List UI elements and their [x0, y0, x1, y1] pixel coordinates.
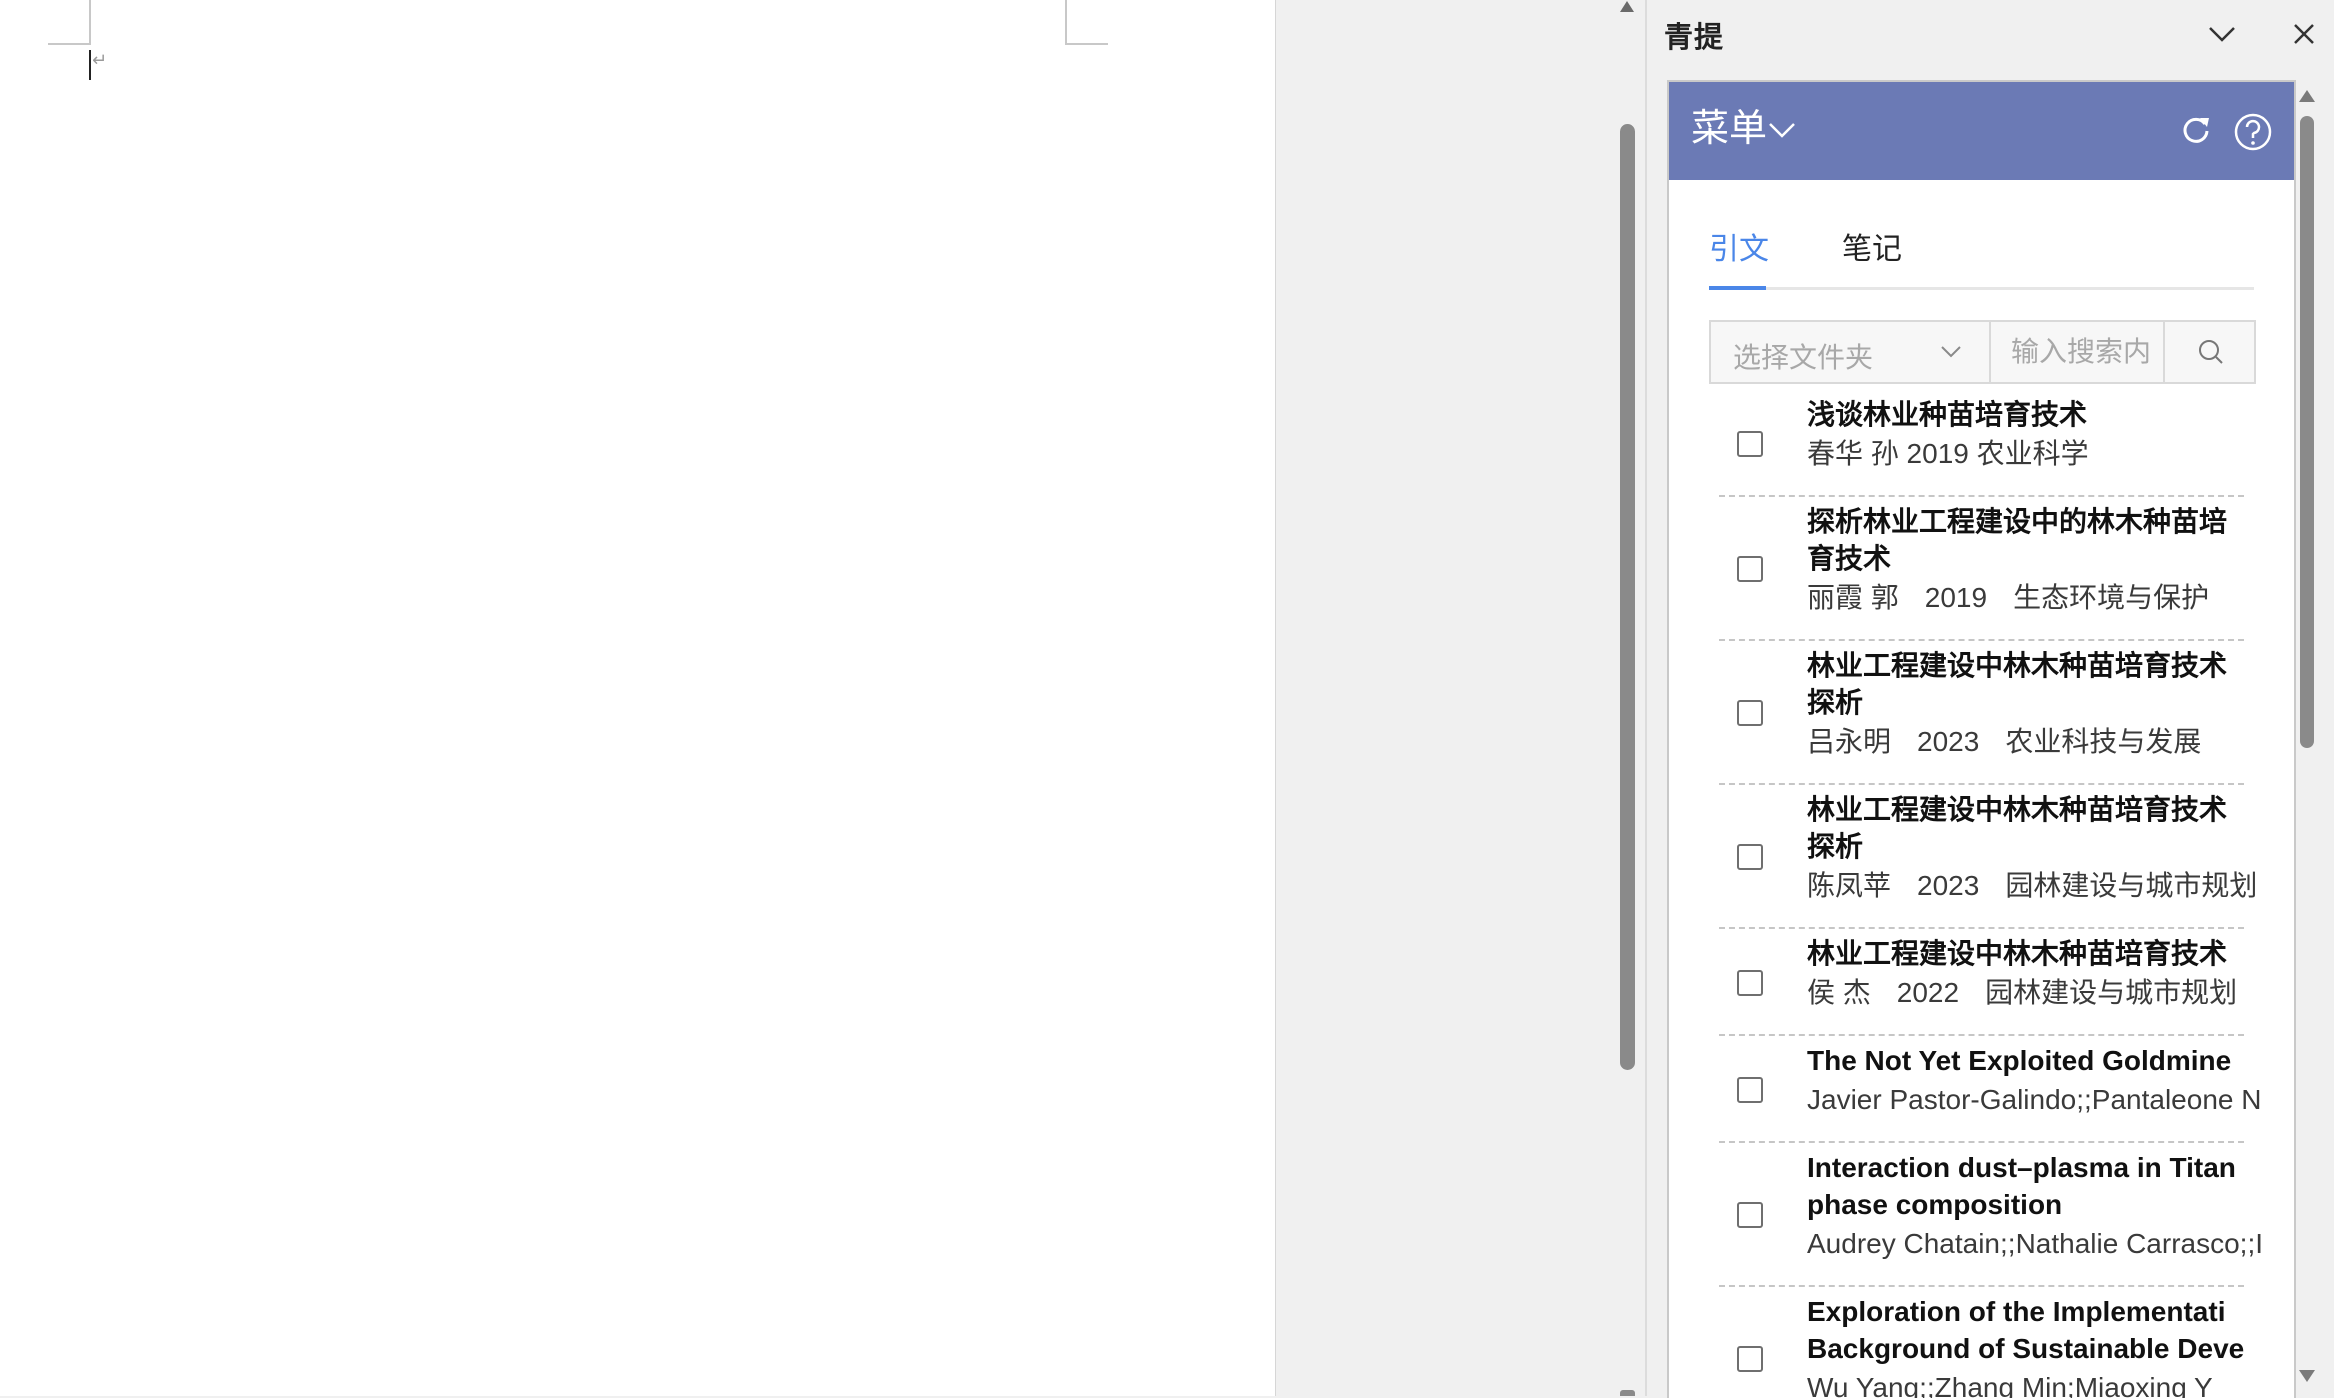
pane-divider[interactable]	[1645, 0, 1647, 1396]
reference-meta-field: Javier Pastor-Galindo;;Pantaleone Ne	[1807, 1084, 2262, 1115]
reference-meta-field: 农业科技与发展	[2005, 726, 2202, 757]
chevron-down-icon	[2209, 27, 2235, 42]
reference-item[interactable]: 林业工程建设中林木种苗培育技术 探析 陈凤苹 2023 园林建设与城市规划	[1719, 785, 2257, 929]
reference-title[interactable]: phase composition	[1807, 1186, 2262, 1223]
reference-meta: 春华 孙 2019 农业科学	[1807, 437, 2262, 471]
addin-header: 菜单	[1669, 82, 2294, 180]
active-tab-indicator	[1709, 286, 1766, 290]
reference-checkbox[interactable]	[1737, 1346, 1763, 1372]
help-button[interactable]	[2233, 112, 2273, 152]
tab-bar-divider	[1709, 287, 2254, 290]
addin-panel: 菜单 引文 笔记 选择文件夹 输入搜索内 浅谈林业种苗培育技术 春华 孙 201…	[1667, 80, 2296, 1398]
reference-checkbox[interactable]	[1737, 430, 1763, 457]
close-icon	[2294, 24, 2314, 44]
tab-citation[interactable]: 引文	[1709, 232, 1769, 268]
search-icon	[2199, 340, 2223, 364]
reference-checkbox[interactable]	[1737, 1202, 1763, 1228]
reference-title[interactable]: 探析	[1807, 684, 2262, 721]
text-cursor	[89, 50, 91, 80]
reference-title[interactable]: 浅谈林业种苗培育技术	[1807, 396, 2262, 433]
reference-item[interactable]: Exploration of the Implementati Backgroun…	[1719, 1287, 2244, 1398]
search-input[interactable]	[1991, 322, 2161, 382]
reference-title[interactable]: 探析林业工程建设中的林木种苗培	[1807, 503, 2262, 540]
reference-checkbox[interactable]	[1737, 844, 1763, 870]
reference-meta: Audrey Chatain;;Nathalie Carrasco;;I	[1807, 1227, 2262, 1261]
pane-close-button[interactable]	[2286, 16, 2322, 52]
reference-item[interactable]: Interaction dust–plasma in Titan phase co…	[1719, 1143, 2262, 1287]
help-circle-icon	[2234, 113, 2272, 151]
reference-meta-field: 园林建设与城市规划	[2005, 870, 2258, 901]
addin-scrollbar-thumb[interactable]	[2300, 116, 2314, 748]
scroll-up-arrow-icon[interactable]	[1619, 0, 1635, 14]
reference-item[interactable]: 探析林业工程建设中的林木种苗培 育技术 丽霞 郭 2019 生态环境与保护	[1719, 497, 2244, 641]
folder-select[interactable]: 选择文件夹	[1711, 322, 1991, 382]
reference-meta: 丽霞 郭 2019 生态环境与保护	[1807, 581, 2262, 615]
reference-title[interactable]: The Not Yet Exploited Goldmine	[1807, 1042, 2262, 1079]
reference-checkbox[interactable]	[1737, 700, 1763, 726]
reference-meta-field: 生态环境与保护	[2013, 582, 2210, 613]
task-pane-title: 青提	[1664, 22, 1725, 54]
refresh-icon	[2183, 117, 2209, 143]
reference-checkbox[interactable]	[1737, 1076, 1763, 1103]
reference-title[interactable]: Interaction dust–plasma in Titan	[1807, 1149, 2262, 1186]
reference-title[interactable]: Exploration of the Implementati	[1807, 1293, 2262, 1330]
folder-select-placeholder: 选择文件夹	[1733, 342, 1874, 373]
search-button[interactable]	[2163, 322, 2256, 382]
reference-meta-field: 2023	[1917, 870, 1980, 901]
crop-mark-top-left-horizontal	[48, 43, 91, 45]
reference-meta-field: 2019	[1924, 582, 1988, 613]
scroll-down-arrow-icon[interactable]	[2296, 1366, 2318, 1386]
reference-meta-field: 2022	[1896, 977, 1960, 1008]
reference-checkbox[interactable]	[1737, 556, 1763, 582]
reference-meta-field: Audrey Chatain;;Nathalie Carrasco;;I	[1807, 1228, 2262, 1259]
reference-title[interactable]: Background of Sustainable Deve	[1807, 1330, 2262, 1367]
reference-meta: 吕永明 2023 农业科技与发展	[1807, 725, 2262, 759]
crop-mark-top-right-horizontal	[1065, 43, 1108, 45]
document-scrollbar-thumb[interactable]	[1620, 124, 1635, 1070]
reference-meta-field: 丽霞 郭	[1807, 582, 1899, 613]
reference-title[interactable]: 林业工程建设中林木种苗培育技术	[1807, 935, 2262, 972]
reference-title[interactable]: 探析	[1807, 828, 2262, 865]
reference-item[interactable]: 林业工程建设中林木种苗培育技术 探析 吕永明 2023 农业科技与发展	[1719, 641, 2244, 785]
reference-meta-field: 春华 孙 2019 农业科学	[1807, 438, 2089, 469]
reference-checkbox[interactable]	[1737, 969, 1763, 996]
menu-dropdown-label[interactable]: 菜单	[1691, 107, 1767, 151]
crop-mark-top-right-vertical	[1065, 0, 1067, 44]
search-bar: 选择文件夹	[1709, 320, 2256, 384]
reference-meta-field: Wu Yang;;Zhang Min;Miaoxing Y	[1807, 1372, 2213, 1398]
reference-meta-field: 陈凤苹	[1807, 870, 1892, 901]
reference-title[interactable]: 林业工程建设中林木种苗培育技术	[1807, 791, 2262, 828]
document-page[interactable]: ↵	[0, 0, 1276, 1396]
reference-meta: 陈凤苹 2023 园林建设与城市规划	[1807, 869, 2262, 903]
scroll-up-arrow-icon[interactable]	[2296, 86, 2318, 106]
reference-title[interactable]: 育技术	[1807, 540, 2262, 577]
chevron-down-icon[interactable]	[1767, 117, 1797, 141]
reference-meta-field: 园林建设与城市规划	[1985, 977, 2238, 1008]
reference-meta-field: 侯 杰	[1807, 977, 1871, 1008]
pane-options-button[interactable]	[2204, 16, 2240, 52]
reference-list: 浅谈林业种苗培育技术 春华 孙 2019 农业科学 探析林业工程建设中的林木种苗培育…	[1719, 390, 2294, 1398]
crop-mark-top-left-vertical	[89, 0, 91, 44]
refresh-button[interactable]	[2178, 112, 2214, 148]
reference-title[interactable]: 林业工程建设中林木种苗培育技术	[1807, 647, 2262, 684]
reference-meta-field: 2023	[1917, 726, 1980, 757]
tab-notes[interactable]: 笔记	[1842, 232, 1902, 268]
reference-meta-field: 吕永明	[1807, 726, 1892, 757]
reference-item[interactable]: 浅谈林业种苗培育技术 春华 孙 2019 农业科学	[1719, 390, 2244, 497]
reference-meta: Wu Yang;;Zhang Min;Miaoxing Y	[1807, 1371, 2262, 1398]
reference-meta: 侯 杰 2022 园林建设与城市规划	[1807, 976, 2262, 1010]
chevron-down-icon	[1941, 346, 1961, 358]
paragraph-mark: ↵	[92, 50, 108, 70]
reference-item[interactable]: The Not Yet Exploited Goldmine Javier Pas…	[1719, 1036, 2262, 1143]
reference-meta: Javier Pastor-Galindo;;Pantaleone Ne	[1807, 1083, 2262, 1117]
document-scrollbar-bottom[interactable]	[1620, 1390, 1635, 1396]
reference-item[interactable]: 林业工程建设中林木种苗培育技术侯 杰 2022 园林建设与城市规划	[1719, 929, 2244, 1036]
